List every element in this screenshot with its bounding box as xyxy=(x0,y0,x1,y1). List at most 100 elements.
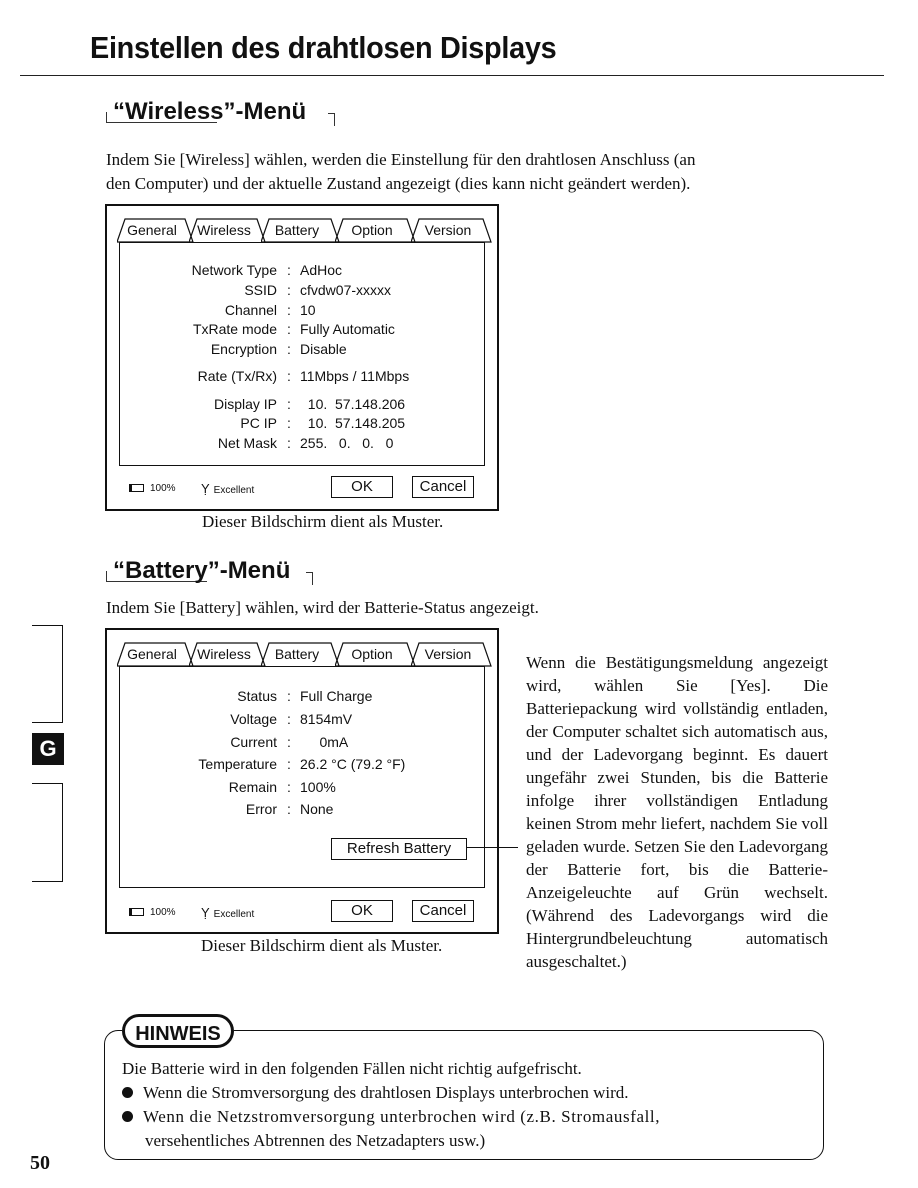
field-label: Temperature xyxy=(198,756,277,772)
field-separator: : xyxy=(287,688,291,704)
field-separator: : xyxy=(287,734,291,750)
refresh-battery-button[interactable]: Refresh Battery xyxy=(331,838,467,860)
hinweis-intro: Die Batterie wird in den folgenden Fälle… xyxy=(122,1059,582,1078)
field-label: Voltage xyxy=(230,711,277,727)
field-label: Rate (Tx/Rx) xyxy=(197,368,277,384)
field-separator: : xyxy=(287,396,291,412)
field-row: Display IP: 10. 57.148.206 xyxy=(107,396,497,414)
battery-heading: “Battery”-Menü xyxy=(113,557,291,584)
wireless-dialog: General Wireless Battery Option Version Netw… xyxy=(105,204,499,511)
field-value: cfvdw07-xxxxx xyxy=(300,282,392,298)
field-label: TxRate mode xyxy=(192,321,277,337)
tab-version[interactable]: Version xyxy=(411,642,492,667)
battery-indicator: 100% xyxy=(129,907,176,918)
ok-button[interactable]: OK xyxy=(331,900,393,922)
field-label: SSID xyxy=(244,282,277,298)
field-separator: : xyxy=(287,282,291,298)
bullet-text: Wenn die Netzstromversorgung unterbroche… xyxy=(143,1107,661,1126)
battery-icon xyxy=(129,484,144,493)
tab-bar: General Wireless Battery Option Version xyxy=(117,642,492,667)
tab-option[interactable]: Option xyxy=(335,218,416,243)
field-value: 26.2 °C (79.2 °F) xyxy=(300,756,406,772)
tab-label: General xyxy=(127,646,177,662)
side-tab-frame-bottom xyxy=(32,783,63,882)
tab-option[interactable]: Option xyxy=(335,642,416,667)
field-row: Temperature:26.2 °C (79.2 °F) xyxy=(107,756,497,774)
field-value: Disable xyxy=(300,341,347,357)
tab-general[interactable]: General xyxy=(117,218,194,243)
bullet-icon xyxy=(122,1087,133,1098)
field-label: Current xyxy=(230,734,277,750)
field-separator: : xyxy=(287,368,291,384)
side-tab-frame-top xyxy=(32,625,63,723)
signal-indicator: Ỵ Excellent xyxy=(201,905,254,920)
hinweis-label: HINWEIS xyxy=(122,1014,234,1048)
hinweis-bullet: Wenn die Netzstromversorgung unterbroche… xyxy=(122,1105,660,1129)
field-value: 8154mV xyxy=(300,711,353,727)
field-row: Network Type: AdHoc xyxy=(107,262,497,280)
field-separator: : xyxy=(287,779,291,795)
heading-bracket-end xyxy=(306,572,313,585)
field-separator: : xyxy=(287,341,291,357)
field-row: Encryption: Disable xyxy=(107,341,497,359)
field-separator: : xyxy=(287,262,291,278)
field-row: PC IP: 10. 57.148.205 xyxy=(107,415,497,433)
tab-wireless[interactable]: Wireless xyxy=(189,642,266,667)
field-row: SSID: cfvdw07-xxxxx xyxy=(107,282,497,300)
field-row: Current: 0mA xyxy=(107,734,497,752)
field-row: Status: Full Charge xyxy=(107,688,497,706)
field-value: 11Mbps / 11Mbps xyxy=(300,368,410,384)
antenna-icon: Ỵ xyxy=(201,481,210,496)
field-row: Rate (Tx/Rx):11Mbps / 11Mbps xyxy=(107,368,497,386)
field-value: 255. 0. 0. 0 xyxy=(300,435,394,451)
tab-battery[interactable]: Battery xyxy=(261,642,340,667)
tab-general[interactable]: General xyxy=(117,642,194,667)
wireless-intro-line1: Indem Sie [Wireless] wählen, werden die … xyxy=(106,150,696,169)
field-separator: : xyxy=(287,711,291,727)
tab-label: Option xyxy=(351,646,393,662)
battery-caption: Dieser Bildschirm dient als Muster. xyxy=(201,936,443,955)
field-separator: : xyxy=(287,801,291,817)
field-label: Network Type xyxy=(191,262,277,278)
cancel-button[interactable]: Cancel xyxy=(412,476,474,498)
field-separator: : xyxy=(287,321,291,337)
field-row: Error: None xyxy=(107,801,497,819)
tab-label: Wireless xyxy=(197,646,251,662)
side-note-text: Wenn die Bestätigungsmeldung angezeigt w… xyxy=(526,653,828,971)
tab-label: Wireless xyxy=(197,222,251,238)
field-row: Remain:100% xyxy=(107,779,497,797)
tab-label: Option xyxy=(351,222,393,238)
tab-bar: General Wireless Battery Option Version xyxy=(117,218,492,243)
antenna-icon: Ỵ xyxy=(201,905,210,920)
field-separator: : xyxy=(287,435,291,451)
tab-version[interactable]: Version xyxy=(411,218,492,243)
cancel-button[interactable]: Cancel xyxy=(412,900,474,922)
ok-button[interactable]: OK xyxy=(331,476,393,498)
tab-wireless[interactable]: Wireless xyxy=(189,218,266,243)
field-label: Status xyxy=(237,688,277,704)
field-value: Fully Automatic xyxy=(300,321,395,337)
signal-quality: Excellent xyxy=(213,485,255,496)
tab-battery[interactable]: Battery xyxy=(261,218,340,243)
wireless-intro-line2: den Computer) und der aktuelle Zustand a… xyxy=(106,174,691,193)
tab-label: General xyxy=(127,222,177,238)
field-label: Remain xyxy=(228,779,277,795)
battery-icon xyxy=(129,908,144,917)
field-value: 0mA xyxy=(300,734,349,750)
field-row: Channel:10 xyxy=(107,302,497,320)
tab-label: Version xyxy=(424,646,472,662)
signal-indicator: Ỵ Excellent xyxy=(201,481,254,496)
battery-percent: 100% xyxy=(150,483,176,494)
field-label: PC IP xyxy=(240,415,277,431)
signal-quality: Excellent xyxy=(213,909,255,920)
battery-indicator: 100% xyxy=(129,483,176,494)
field-row: Net Mask:255. 0. 0. 0 xyxy=(107,435,497,453)
field-row: TxRate mode: Fully Automatic xyxy=(107,321,497,339)
field-label: Channel xyxy=(224,302,277,318)
field-label: Encryption xyxy=(210,341,277,357)
field-separator: : xyxy=(287,302,291,318)
page-title: Einstellen des drahtlosen Displays xyxy=(90,30,557,65)
heading-bracket-end xyxy=(328,113,335,126)
battery-percent: 100% xyxy=(150,907,176,918)
battery-dialog: General Wireless Battery Option Version Stat… xyxy=(105,628,499,934)
